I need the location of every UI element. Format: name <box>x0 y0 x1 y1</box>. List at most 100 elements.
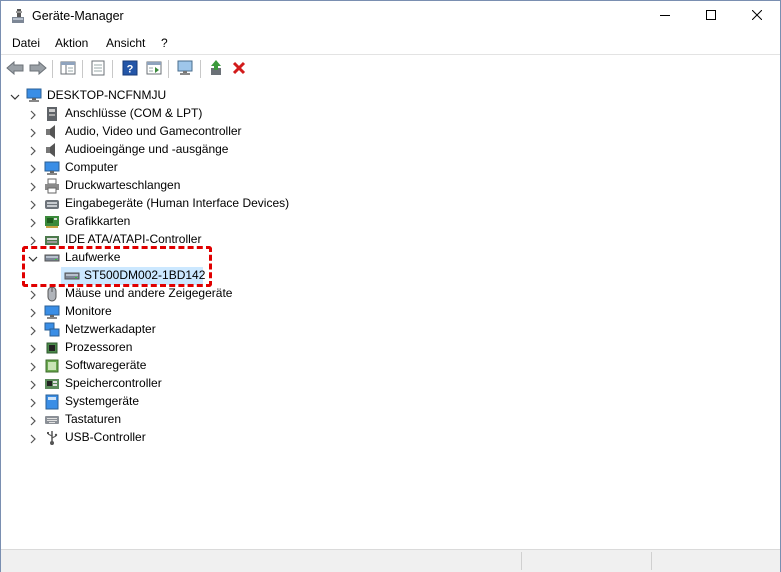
help-button[interactable]: ? <box>119 58 141 80</box>
chevron-right-icon[interactable] <box>28 415 38 426</box>
minimize-button[interactable] <box>642 1 688 31</box>
tree-item-category[interactable]: Softwaregeräte <box>1 357 780 375</box>
computer-icon <box>26 87 42 103</box>
tree-item-category[interactable]: Monitore <box>1 303 780 321</box>
hid-icon <box>44 196 60 212</box>
maximize-button[interactable] <box>688 1 734 31</box>
update-driver-button[interactable] <box>205 58 227 80</box>
speaker-icon <box>44 142 60 158</box>
maximize-icon <box>706 9 716 23</box>
tree-item-label: Tastaturen <box>65 412 122 426</box>
back-arrow-icon <box>6 60 24 78</box>
usb-icon <box>44 430 60 446</box>
console-tree-button[interactable] <box>57 58 79 80</box>
chevron-right-icon[interactable] <box>28 289 38 300</box>
tree-item-label: Prozessoren <box>65 340 133 354</box>
tree-item-category[interactable]: Anschlüsse (COM & LPT) <box>1 105 780 123</box>
tree-item-label: Softwaregeräte <box>65 358 147 372</box>
highlight-box <box>22 246 212 287</box>
chevron-down-icon[interactable] <box>10 91 20 101</box>
system-device-icon <box>44 394 60 410</box>
processor-icon <box>44 340 60 356</box>
close-icon <box>751 9 763 23</box>
properties-button[interactable] <box>87 58 109 80</box>
menu-bar: Datei Aktion Ansicht ? <box>1 32 780 54</box>
tree-item-category[interactable]: Computer <box>1 159 780 177</box>
tree-item-label: IDE ATA/ATAPI-Controller <box>65 232 202 246</box>
tree-item-category[interactable]: Audioeingänge und -ausgänge <box>1 141 780 159</box>
menu-aktion[interactable]: Aktion <box>55 36 88 50</box>
chevron-right-icon[interactable] <box>28 199 38 210</box>
window-title: Geräte-Manager <box>32 9 124 23</box>
tree-item-label: Computer <box>65 160 118 174</box>
tree-item-category[interactable]: Grafikkarten <box>1 213 780 231</box>
tree-item-category[interactable]: Systemgeräte <box>1 393 780 411</box>
chevron-right-icon[interactable] <box>28 307 38 318</box>
monitor-icon <box>44 160 60 176</box>
toolbar: ? <box>1 54 780 84</box>
tree-item-label: Monitore <box>65 304 112 318</box>
tree-item-label: Netzwerkadapter <box>65 322 156 336</box>
chevron-right-icon[interactable] <box>28 109 38 120</box>
tree-item-category[interactable]: Netzwerkadapter <box>1 321 780 339</box>
scan-hardware-button[interactable] <box>174 58 196 80</box>
action-pane-icon <box>146 60 162 79</box>
tree-item-category[interactable]: USB-Controller <box>1 429 780 447</box>
display-adapter-icon <box>44 214 60 230</box>
tree-item-category[interactable]: Prozessoren <box>1 339 780 357</box>
chevron-right-icon[interactable] <box>28 397 38 408</box>
storage-controller-icon <box>44 376 60 392</box>
tree-item-category[interactable]: Eingabegeräte (Human Interface Devices) <box>1 195 780 213</box>
chevron-right-icon[interactable] <box>28 181 38 192</box>
chevron-right-icon[interactable] <box>28 433 38 444</box>
monitor-icon <box>44 304 60 320</box>
tree-item-label: Systemgeräte <box>65 394 140 408</box>
scan-hardware-changes-icon <box>176 60 194 79</box>
tree-item-category[interactable]: Speichercontroller <box>1 375 780 393</box>
chevron-right-icon[interactable] <box>28 325 38 336</box>
chevron-right-icon[interactable] <box>28 217 38 228</box>
tree-item-label: Mäuse und andere Zeigegeräte <box>65 286 233 300</box>
tree-item-label: Grafikkarten <box>65 214 131 228</box>
tree-root-label[interactable]: DESKTOP-NCFNMJU <box>47 88 166 102</box>
chevron-right-icon[interactable] <box>28 379 38 390</box>
tree-item-category[interactable]: Audio, Video und Gamecontroller <box>1 123 780 141</box>
update-driver-icon <box>208 59 224 79</box>
tree-item-label: Druckwarteschlangen <box>65 178 181 192</box>
tree-item-label: Audioeingänge und -ausgänge <box>65 142 229 156</box>
back-button[interactable] <box>4 58 26 80</box>
menu-help[interactable]: ? <box>161 36 168 50</box>
chevron-right-icon[interactable] <box>28 163 38 174</box>
title-bar[interactable]: Geräte-Manager <box>1 1 780 31</box>
status-bar <box>1 549 780 572</box>
close-button[interactable] <box>734 1 780 31</box>
tree-item-label: Speichercontroller <box>65 376 162 390</box>
uninstall-device-button[interactable] <box>228 58 250 80</box>
chevron-right-icon[interactable] <box>28 145 38 156</box>
tree-item-category[interactable]: Druckwarteschlangen <box>1 177 780 195</box>
mouse-icon <box>44 286 60 302</box>
tree-item-category[interactable]: Tastaturen <box>1 411 780 429</box>
chevron-right-icon[interactable] <box>28 361 38 372</box>
chevron-right-icon[interactable] <box>28 127 38 138</box>
svg-text:?: ? <box>127 63 134 75</box>
menu-datei[interactable]: Datei <box>12 36 40 50</box>
tree-item-label: Audio, Video und Gamecontroller <box>65 124 242 138</box>
device-manager-icon <box>11 8 27 24</box>
action-pane-button[interactable] <box>143 58 165 80</box>
minimize-icon <box>660 9 670 23</box>
network-adapter-icon <box>44 322 60 338</box>
device-manager-window: Geräte-Manager Datei Aktion Ansicht ? ? … <box>0 0 781 572</box>
help-icon: ? <box>122 60 138 79</box>
chevron-right-icon[interactable] <box>28 235 38 246</box>
printer-icon <box>44 178 60 194</box>
tree-item-category[interactable]: Mäuse und andere Zeigegeräte <box>1 285 780 303</box>
uninstall-device-icon <box>232 61 246 78</box>
menu-ansicht[interactable]: Ansicht <box>106 36 145 50</box>
properties-icon <box>90 60 106 79</box>
forward-arrow-icon <box>29 60 47 78</box>
forward-button[interactable] <box>27 58 49 80</box>
chevron-right-icon[interactable] <box>28 343 38 354</box>
speaker-icon <box>44 124 60 140</box>
device-tree: DESKTOP-NCFNMJU Anschlüsse (COM & LPT) Au… <box>1 83 780 547</box>
